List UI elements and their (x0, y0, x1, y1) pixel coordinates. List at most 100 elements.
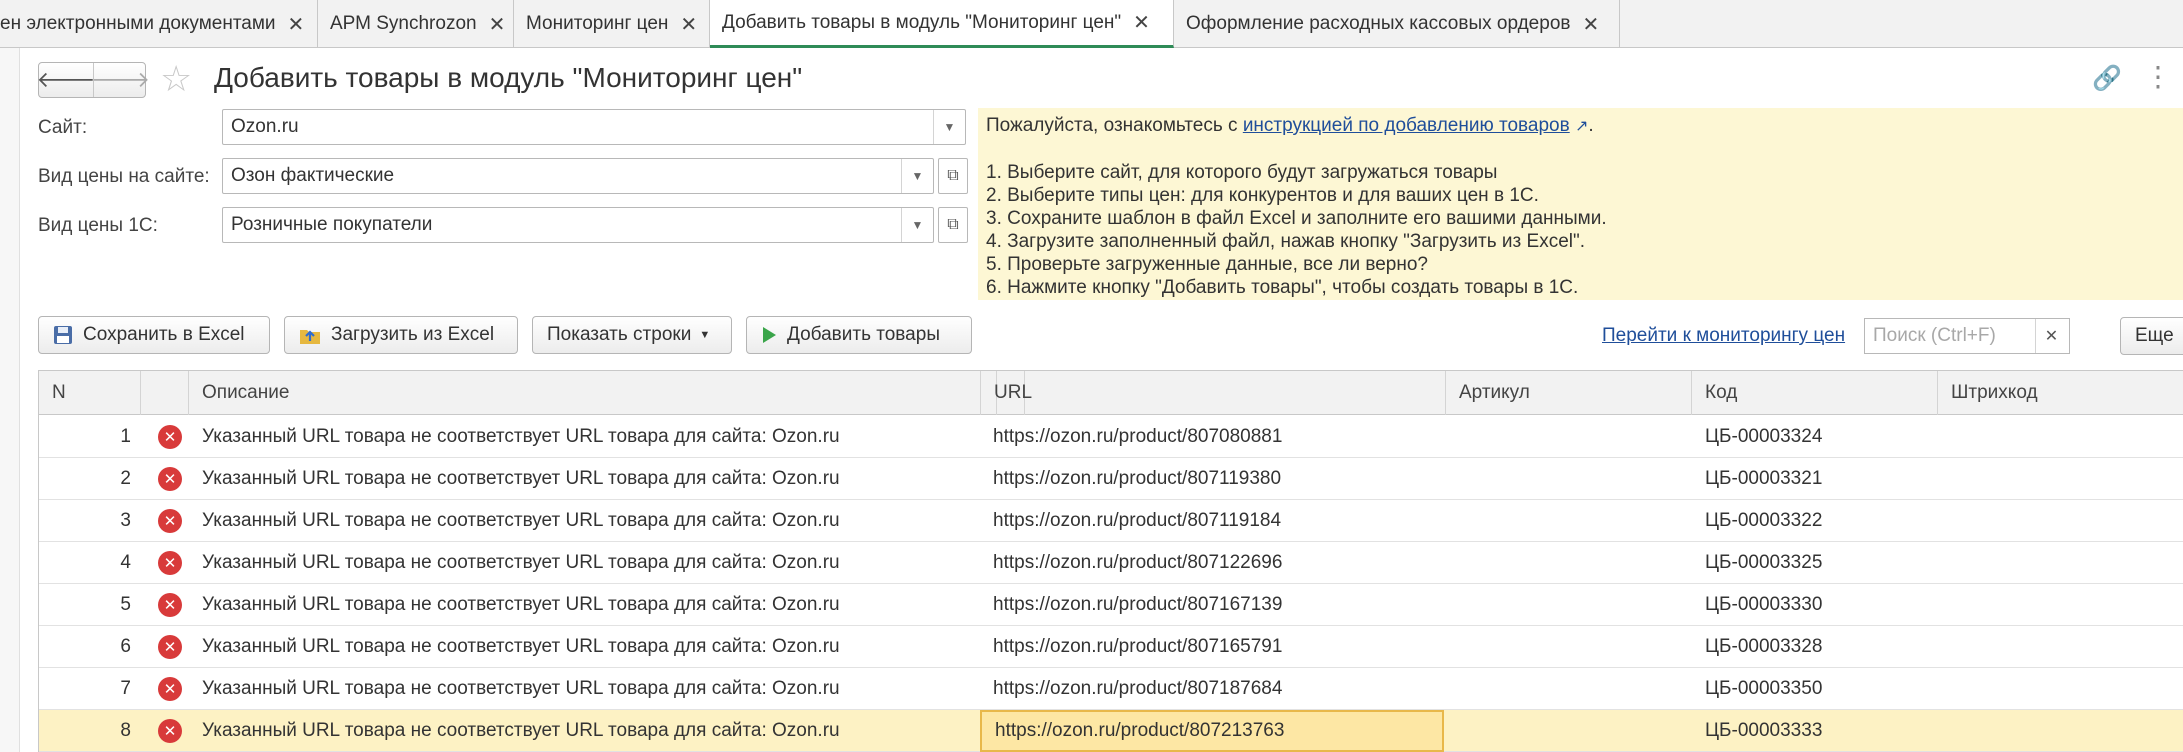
add-items-button[interactable]: Добавить товары (746, 316, 972, 354)
open-site-price-button[interactable]: ⧉ (938, 158, 968, 194)
row-description[interactable]: Указанный URL товара не соответствует UR… (189, 668, 979, 710)
forward-button[interactable]: 🡒 (91, 63, 150, 97)
tab-add-items[interactable]: Добавить товары в модуль "Мониторинг цен… (710, 0, 1174, 48)
row-barcode[interactable] (1938, 584, 2183, 626)
error-circle-icon: ✕ (158, 677, 182, 701)
row-code[interactable]: ЦБ-00003325 (1692, 542, 1938, 584)
table-row[interactable]: 3 ✕ Указанный URL товара не соответствует … (39, 500, 2183, 542)
row-barcode[interactable] (1938, 626, 2183, 668)
row-code[interactable]: ЦБ-00003328 (1692, 626, 1938, 668)
row-description[interactable]: Указанный URL товара не соответствует UR… (189, 584, 979, 626)
row-article[interactable] (1446, 458, 1692, 500)
close-icon[interactable]: ✕ (288, 12, 305, 37)
more-vertical-icon[interactable]: ⋮ (2144, 60, 2172, 93)
row-article[interactable] (1446, 710, 1692, 752)
row-description[interactable]: Указанный URL товара не соответствует UR… (189, 458, 979, 500)
row-article[interactable] (1446, 500, 1692, 542)
column-header-n[interactable]: N (39, 371, 141, 415)
search-input[interactable] (1865, 321, 2035, 351)
link-icon[interactable]: 🔗 (2092, 64, 2122, 93)
row-article[interactable] (1446, 626, 1692, 668)
search-box: ✕ (1864, 318, 2070, 354)
table-row[interactable]: 5 ✕ Указанный URL товара не соответствует … (39, 584, 2183, 626)
row-url[interactable]: https://ozon.ru/product/807187684 (980, 668, 1444, 710)
column-header-description[interactable]: Описание (189, 371, 997, 415)
tab-bar: ен электронными документами ✕ АРМ Synchr… (0, 0, 2183, 48)
row-url[interactable]: https://ozon.ru/product/807165791 (980, 626, 1444, 668)
back-button[interactable]: 🡐 (37, 63, 96, 97)
table-row[interactable]: 8 ✕ Указанный URL товара не соответствует … (39, 710, 2183, 752)
column-header-article[interactable]: Артикул (1446, 371, 1692, 415)
row-description[interactable]: Указанный URL товара не соответствует UR… (189, 626, 979, 668)
row-code[interactable]: ЦБ-00003330 (1692, 584, 1938, 626)
tab-cash-orders[interactable]: Оформление расходных кассовых ордеров ✕ (1174, 0, 1620, 48)
row-article[interactable] (1446, 542, 1692, 584)
row-barcode[interactable] (1938, 542, 2183, 584)
tab-arm-synchrozon[interactable]: АРМ Synchrozon ✕ (318, 0, 514, 48)
row-article[interactable] (1446, 668, 1692, 710)
instruction-step: 6. Нажмите кнопку "Добавить товары", что… (986, 277, 1579, 298)
table-row[interactable]: 4 ✕ Указанный URL товара не соответствует … (39, 542, 2183, 584)
row-code[interactable]: ЦБ-00003324 (1692, 416, 1938, 458)
instructions-intro: Пожалуйста, ознакомьтесь с инструкцией п… (986, 115, 1594, 136)
row-barcode[interactable] (1938, 668, 2183, 710)
close-icon[interactable]: ✕ (489, 12, 506, 37)
save-excel-button[interactable]: Сохранить в Excel (38, 316, 270, 354)
row-code[interactable]: ЦБ-00003350 (1692, 668, 1938, 710)
row-article[interactable] (1446, 416, 1692, 458)
row-barcode[interactable] (1938, 458, 2183, 500)
row-number: 6 (120, 636, 131, 657)
price-1c-field[interactable]: Розничные покупатели ▼ (222, 207, 934, 243)
tab-price-monitoring[interactable]: Мониторинг цен ✕ (514, 0, 710, 48)
price-1c-value: Розничные покупатели (231, 214, 433, 235)
column-header-barcode[interactable]: Штрихкод (1938, 371, 2183, 415)
column-header-code[interactable]: Код (1692, 371, 1938, 415)
row-number: 3 (120, 510, 131, 531)
row-description[interactable]: Указанный URL товара не соответствует UR… (189, 500, 979, 542)
arrow-right-icon: 🡒 (91, 67, 150, 92)
row-status: ✕ (155, 626, 185, 668)
goto-monitoring-link[interactable]: Перейти к мониторингу цен (1602, 325, 1845, 347)
row-description[interactable]: Указанный URL товара не соответствует UR… (189, 542, 979, 584)
tab-edo[interactable]: ен электронными документами ✕ (0, 0, 318, 48)
row-article[interactable] (1446, 584, 1692, 626)
more-button[interactable]: Еще (2120, 317, 2183, 355)
open-price-1c-button[interactable]: ⧉ (938, 207, 968, 243)
close-icon[interactable]: ✕ (680, 12, 697, 37)
chevron-down-icon[interactable]: ▼ (901, 159, 933, 193)
row-url[interactable]: https://ozon.ru/product/807080881 (980, 416, 1444, 458)
items-table: N Описание URL Артикул Код Штрихкод 1 ✕ Ук… (38, 370, 2183, 752)
table-row[interactable]: 6 ✕ Указанный URL товара не соответствует … (39, 626, 2183, 668)
row-url[interactable]: https://ozon.ru/product/807213763 (980, 710, 1444, 752)
row-url[interactable]: https://ozon.ru/product/807119184 (980, 500, 1444, 542)
table-row[interactable]: 7 ✕ Указанный URL товара не соответствует … (39, 668, 2183, 710)
row-url[interactable]: https://ozon.ru/product/807122696 (980, 542, 1444, 584)
site-price-field[interactable]: Озон фактические ▼ (222, 158, 934, 194)
row-status: ✕ (155, 542, 185, 584)
clear-icon[interactable]: ✕ (2035, 319, 2067, 353)
chevron-down-icon[interactable]: ▼ (933, 110, 965, 144)
row-url[interactable]: https://ozon.ru/product/807119380 (980, 458, 1444, 500)
row-code[interactable]: ЦБ-00003321 (1692, 458, 1938, 500)
close-icon[interactable]: ✕ (1133, 10, 1150, 35)
row-barcode[interactable] (1938, 500, 2183, 542)
star-icon[interactable]: ☆ (160, 58, 192, 100)
table-row[interactable]: 1 ✕ Указанный URL товара не соответствует … (39, 416, 2183, 458)
row-description[interactable]: Указанный URL товара не соответствует UR… (189, 416, 979, 458)
row-code[interactable]: ЦБ-00003322 (1692, 500, 1938, 542)
show-rows-button[interactable]: Показать строки ▼ (532, 316, 732, 354)
row-description[interactable]: Указанный URL товара не соответствует UR… (189, 710, 979, 752)
left-panel-strip (0, 48, 20, 752)
row-barcode[interactable] (1938, 416, 2183, 458)
close-icon[interactable]: ✕ (1582, 12, 1599, 37)
site-field[interactable]: Ozon.ru ▼ (222, 109, 966, 145)
chevron-down-icon[interactable]: ▼ (901, 208, 933, 242)
load-excel-button[interactable]: Загрузить из Excel (284, 316, 518, 354)
instructions-link[interactable]: инструкцией по добавлению товаров (1243, 115, 1570, 136)
row-barcode[interactable] (1938, 710, 2183, 752)
tab-label: Мониторинг цен (526, 13, 669, 34)
column-header-url[interactable]: URL (980, 371, 1446, 415)
table-row[interactable]: 2 ✕ Указанный URL товара не соответствует … (39, 458, 2183, 500)
row-url[interactable]: https://ozon.ru/product/807167139 (980, 584, 1444, 626)
row-code[interactable]: ЦБ-00003333 (1692, 710, 1938, 752)
